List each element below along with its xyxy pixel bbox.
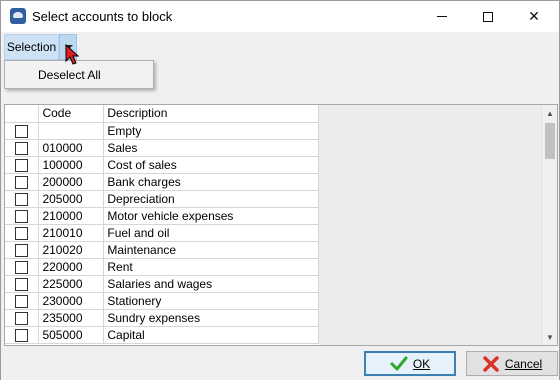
row-checkbox[interactable] [15, 294, 28, 308]
row-checkbox[interactable] [15, 311, 28, 325]
table-row[interactable]: 100000 Cost of sales [5, 156, 319, 174]
table-row[interactable]: 235000 Sundry expenses [5, 309, 319, 327]
accounts-table: Code Description Empty 010000 Sales 100000 C… [5, 105, 319, 344]
account-code-cell[interactable]: 235000 [38, 309, 105, 327]
table-row[interactable]: 205000 Depreciation [5, 190, 319, 208]
account-code-cell[interactable]: 210000 [38, 207, 105, 225]
table-row[interactable]: 210020 Maintenance [5, 241, 319, 259]
account-code-cell[interactable]: 205000 [38, 190, 105, 208]
selection-button[interactable]: Selection [4, 34, 59, 60]
row-checkbox[interactable] [15, 260, 28, 274]
maximize-icon [483, 11, 493, 22]
account-code-cell[interactable]: 010000 [38, 139, 105, 157]
row-checkbox-cell [5, 258, 40, 276]
account-description-cell[interactable]: Capital [103, 326, 319, 344]
row-checkbox[interactable] [15, 209, 28, 223]
row-checkbox[interactable] [15, 277, 28, 291]
scroll-down-icon[interactable]: ▼ [542, 329, 557, 345]
row-checkbox[interactable] [15, 226, 28, 240]
close-button[interactable]: ✕ [511, 1, 557, 32]
row-checkbox-cell [5, 275, 40, 293]
row-checkbox[interactable] [15, 124, 28, 138]
row-checkbox[interactable] [15, 141, 28, 155]
account-code-cell[interactable] [38, 122, 105, 140]
ok-button-label: OK [412, 356, 431, 371]
scrollbar-thumb[interactable] [545, 123, 555, 159]
column-header-check[interactable] [5, 105, 40, 123]
minimize-button[interactable] [419, 1, 465, 32]
row-checkbox-cell [5, 241, 40, 259]
scroll-up-icon[interactable]: ▲ [542, 105, 557, 121]
row-checkbox-cell [5, 309, 40, 327]
account-description-cell[interactable]: Stationery [103, 292, 319, 310]
maximize-button[interactable] [465, 1, 511, 32]
ok-button[interactable]: OK [364, 351, 456, 376]
minimize-icon [437, 16, 447, 17]
account-description-cell[interactable]: Empty [103, 122, 319, 140]
row-checkbox-cell [5, 156, 40, 174]
account-description-cell[interactable]: Salaries and wages [103, 275, 319, 293]
account-code-cell[interactable]: 210020 [38, 241, 105, 259]
account-code-cell[interactable]: 100000 [38, 156, 105, 174]
mouse-cursor-icon [65, 44, 80, 65]
row-checkbox[interactable] [15, 192, 28, 206]
row-checkbox-cell [5, 190, 40, 208]
selection-button-label: Selection [6, 40, 57, 54]
cancel-button-label: Cancel [504, 356, 543, 371]
column-header-description[interactable]: Description [103, 105, 319, 123]
account-description-cell[interactable]: Motor vehicle expenses [103, 207, 319, 225]
row-checkbox-cell [5, 207, 40, 225]
row-checkbox[interactable] [15, 328, 28, 342]
row-checkbox-cell [5, 292, 40, 310]
account-description-cell[interactable]: Depreciation [103, 190, 319, 208]
row-checkbox-cell [5, 122, 40, 140]
header-row: Code Description [5, 105, 319, 123]
table-row[interactable]: 225000 Salaries and wages [5, 275, 319, 293]
account-code-cell[interactable]: 230000 [38, 292, 105, 310]
title-bar[interactable]: Select accounts to block ✕ [1, 1, 559, 32]
cancel-button[interactable]: Cancel [466, 351, 558, 376]
row-checkbox-cell [5, 224, 40, 242]
account-description-cell[interactable]: Maintenance [103, 241, 319, 259]
table-row[interactable]: 210010 Fuel and oil [5, 224, 319, 242]
account-description-cell[interactable]: Sundry expenses [103, 309, 319, 327]
menu-item-deselect-all[interactable]: Deselect All [38, 68, 101, 82]
close-icon: ✕ [528, 8, 540, 24]
column-header-code[interactable]: Code [38, 105, 105, 123]
account-description-cell[interactable]: Rent [103, 258, 319, 276]
x-cross-icon [483, 355, 499, 372]
table-row[interactable]: Empty [5, 122, 319, 140]
grid-empty-area [319, 105, 541, 345]
table-row[interactable]: 220000 Rent [5, 258, 319, 276]
account-code-cell[interactable]: 505000 [38, 326, 105, 344]
account-code-cell[interactable]: 210010 [38, 224, 105, 242]
row-checkbox[interactable] [15, 243, 28, 257]
table-row[interactable]: 505000 Capital [5, 326, 319, 344]
account-description-cell[interactable]: Bank charges [103, 173, 319, 191]
account-code-cell[interactable]: 225000 [38, 275, 105, 293]
grid-data-area: Code Description Empty 010000 Sales 100000 C… [5, 105, 319, 345]
table-row[interactable]: 200000 Bank charges [5, 173, 319, 191]
row-checkbox[interactable] [15, 158, 28, 172]
table-row[interactable]: 210000 Motor vehicle expenses [5, 207, 319, 225]
select-accounts-dialog: Select accounts to block ✕ Selection Des… [0, 0, 560, 380]
account-description-cell[interactable]: Sales [103, 139, 319, 157]
table-row[interactable]: 010000 Sales [5, 139, 319, 157]
accounts-grid: Code Description Empty 010000 Sales 100000 C… [4, 104, 558, 346]
account-code-cell[interactable]: 220000 [38, 258, 105, 276]
account-code-cell[interactable]: 200000 [38, 173, 105, 191]
account-description-cell[interactable]: Fuel and oil [103, 224, 319, 242]
toolbar: Selection [1, 32, 559, 60]
row-checkbox[interactable] [15, 175, 28, 189]
row-checkbox-cell [5, 173, 40, 191]
app-icon [10, 8, 26, 24]
row-checkbox-cell [5, 139, 40, 157]
row-checkbox-cell [5, 326, 40, 344]
vertical-scrollbar[interactable]: ▲ ▼ [541, 105, 557, 345]
window-title: Select accounts to block [32, 9, 173, 24]
checkmark-icon [390, 356, 408, 370]
account-description-cell[interactable]: Cost of sales [103, 156, 319, 174]
table-row[interactable]: 230000 Stationery [5, 292, 319, 310]
dialog-footer: OK Cancel [1, 346, 559, 380]
